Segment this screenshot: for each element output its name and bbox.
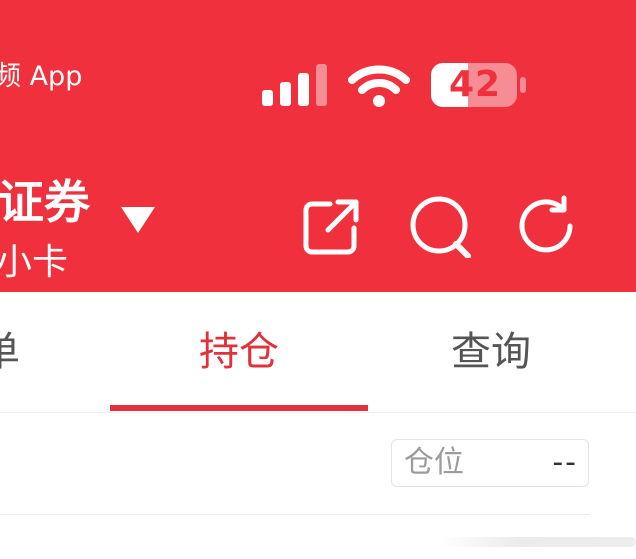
battery-indicator: 42: [430, 62, 530, 108]
account-subtitle[interactable]: 小卡: [0, 238, 68, 288]
tab-order[interactable]: 单: [0, 322, 40, 382]
position-label: 仓位: [404, 445, 464, 480]
battery-level: 42: [448, 64, 502, 105]
app-header: 频 App 42 证券 小卡: [0, 0, 636, 292]
wifi-icon: [348, 65, 410, 107]
share-icon[interactable]: [300, 194, 364, 258]
active-tab-indicator: [110, 405, 368, 411]
back-to-app-label[interactable]: 频 App: [0, 57, 82, 97]
tab-bar: 单 持仓 查询: [0, 292, 636, 413]
refresh-icon[interactable]: [514, 194, 578, 258]
cellular-signal-icon: [262, 64, 327, 106]
search-icon[interactable]: [408, 194, 472, 258]
triangle-down-icon[interactable]: [118, 203, 158, 237]
tab-positions[interactable]: 持仓: [110, 322, 368, 382]
account-title[interactable]: 证券: [0, 172, 90, 232]
tab-query[interactable]: 查询: [368, 322, 614, 382]
position-value: --: [552, 445, 578, 480]
divider: [0, 514, 590, 515]
position-ratio-field[interactable]: 仓位 --: [391, 439, 589, 487]
scroll-indicator: [440, 537, 636, 547]
